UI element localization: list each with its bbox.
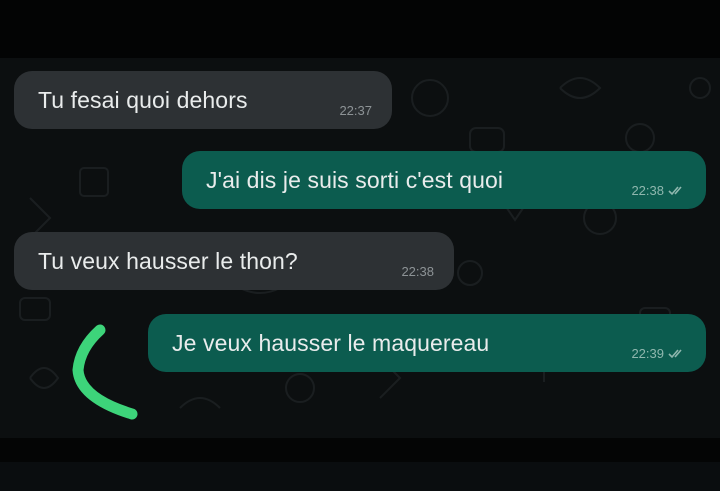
- message-time: 22:38: [401, 264, 434, 279]
- message-text: Tu veux hausser le thon?: [38, 247, 298, 274]
- message-meta: 22:37: [339, 103, 372, 118]
- message-meta: 22:38: [401, 264, 434, 279]
- chat-screenshot: Tu fesai quoi dehors 22:37 J'ai dis je s…: [0, 0, 720, 491]
- message-text: Tu fesai quoi dehors: [38, 86, 248, 113]
- message-bubble-incoming[interactable]: Tu veux hausser le thon? 22:38: [14, 232, 454, 290]
- double-check-icon: [668, 348, 682, 358]
- message-bubble-outgoing[interactable]: Je veux hausser le maquereau 22:39: [148, 314, 706, 372]
- message-meta: 22:39: [631, 346, 686, 361]
- message-bubble-incoming[interactable]: Tu fesai quoi dehors 22:37: [14, 71, 392, 129]
- message-time: 22:38: [631, 183, 664, 198]
- double-check-icon: [668, 185, 682, 195]
- message-meta: 22:38: [631, 183, 686, 198]
- top-bar: [0, 0, 720, 58]
- message-text: J'ai dis je suis sorti c'est quoi: [206, 166, 504, 193]
- message-text: Je veux hausser le maquereau: [172, 329, 490, 356]
- green-bracket-annotation: [72, 324, 138, 420]
- message-time: 22:37: [339, 103, 372, 118]
- message-bubble-outgoing[interactable]: J'ai dis je suis sorti c'est quoi 22:38: [182, 151, 706, 209]
- bottom-strip: [0, 462, 720, 491]
- message-time: 22:39: [631, 346, 664, 361]
